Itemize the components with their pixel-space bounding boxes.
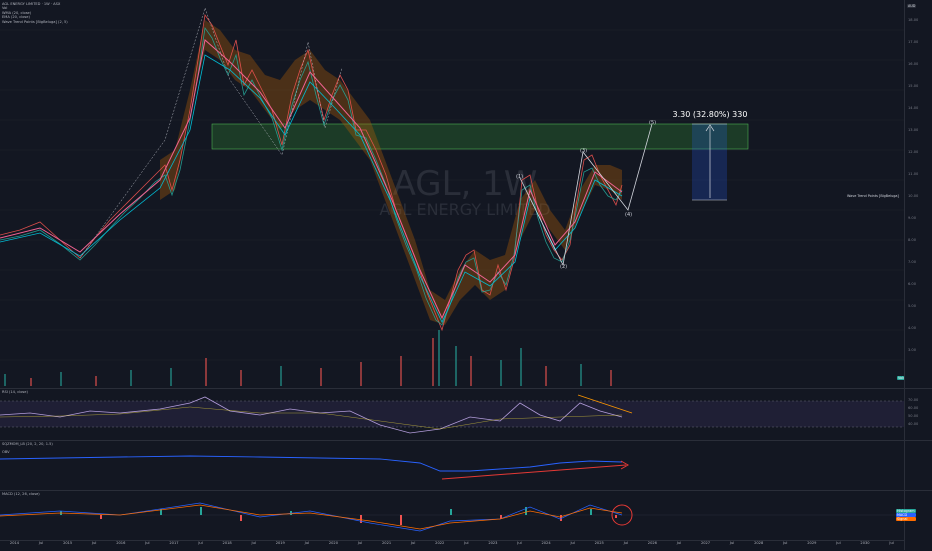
currency-badge[interactable]: AUD [907,4,917,8]
price-ticks: 18.00 17.00 16.00 15.00 14.00 13.00 12.0… [908,18,918,370]
price-tick: 8.00 [908,238,917,242]
macd-pane[interactable]: MACD (12, 26, close) [0,491,904,539]
obv-line [0,455,623,472]
price-tick: 6.00 [908,282,917,286]
price-tick: 17.00 [908,40,919,44]
rsi-tick: 50.00 [908,414,919,418]
price-tick: 4.00 [908,326,917,330]
macd-tags: Histogram MACD Signal [896,509,916,521]
chart-legend[interactable]: AGL ENERGY LIMITED · 1W · ASX Vol WMA (2… [2,2,68,24]
wtp-label: Wave Trend Points [BigBeluga] [847,194,899,198]
price-tick: 5.00 [908,304,917,308]
wave-4: (4) [625,212,632,218]
price-tick: 16.00 [908,62,919,66]
obv-trend-line [441,464,627,480]
rsi-tick: 60.00 [908,406,919,410]
obv-canvas[interactable] [0,441,904,489]
price-tick: 3.00 [908,348,917,352]
supply-zone[interactable] [211,123,749,150]
price-tick: 13.00 [908,128,919,132]
trend-band [160,20,622,325]
rsi-tick: 40.00 [908,422,919,426]
price-pane[interactable]: AGL, 1W AGL ENERGY LIMITED (1) (2) (3) (… [0,0,929,388]
wave-2: (2) [560,264,567,270]
price-range-measure[interactable] [692,124,727,200]
rsi-axis: 70.00 60.00 50.00 40.00 [908,398,918,430]
wave-1: (1) [516,174,523,180]
price-tick: 9.00 [908,216,917,220]
rsi-pane[interactable]: RSI (14, close) [0,389,904,439]
macd-line [0,502,623,532]
obv-pane[interactable]: SQZMOM_LB (20, 2, 20, 1.5) OBV [0,441,904,489]
price-chart-canvas[interactable]: AGL, 1W AGL ENERGY LIMITED (1) (2) (3) (… [0,0,904,388]
measure-label: 3.30 (32.80%) 330 [673,110,748,119]
price-tick: 7.00 [908,260,917,264]
macd-histogram [60,507,617,525]
price-tick: 15.00 [908,84,919,88]
sqzmom-label[interactable]: SQZMOM_LB (20, 2, 20, 1.5) [2,442,53,446]
price-tick: 12.00 [908,150,919,154]
macd-label[interactable]: MACD (12, 26, close) [2,492,40,496]
volume-bars [4,330,612,386]
rsi-tick: 70.00 [908,398,919,402]
legend-wtp[interactable]: Wave Trend Points [BigBeluga] (2, 5) [2,20,68,24]
price-tick: 11.00 [908,172,919,176]
rsi-label[interactable]: RSI (14, close) [2,390,28,394]
macd-canvas[interactable] [0,491,904,539]
watermark-ticker: AGL, 1W [393,164,538,204]
macd-tag: Signal [896,517,916,521]
symbol-title[interactable]: AGL ENERGY LIMITED · 1W · ASX [2,2,68,6]
signal-line [0,504,623,530]
wave-3: (3) [580,148,587,154]
time-axis[interactable]: 2014 Jul 2015 Jul 2016 Jul 2017 Jul 2018… [0,540,904,551]
price-tick: 18.00 [908,18,919,22]
rsi-canvas[interactable] [0,389,904,439]
price-axis[interactable]: AUD 18.00 17.00 16.00 15.00 14.00 13.00 … [904,0,932,550]
price-tick: 14.00 [908,106,919,110]
wave-5: (5) [649,120,656,126]
price-tick: 10.00 [908,194,919,198]
obv-label[interactable]: OBV [2,450,10,454]
